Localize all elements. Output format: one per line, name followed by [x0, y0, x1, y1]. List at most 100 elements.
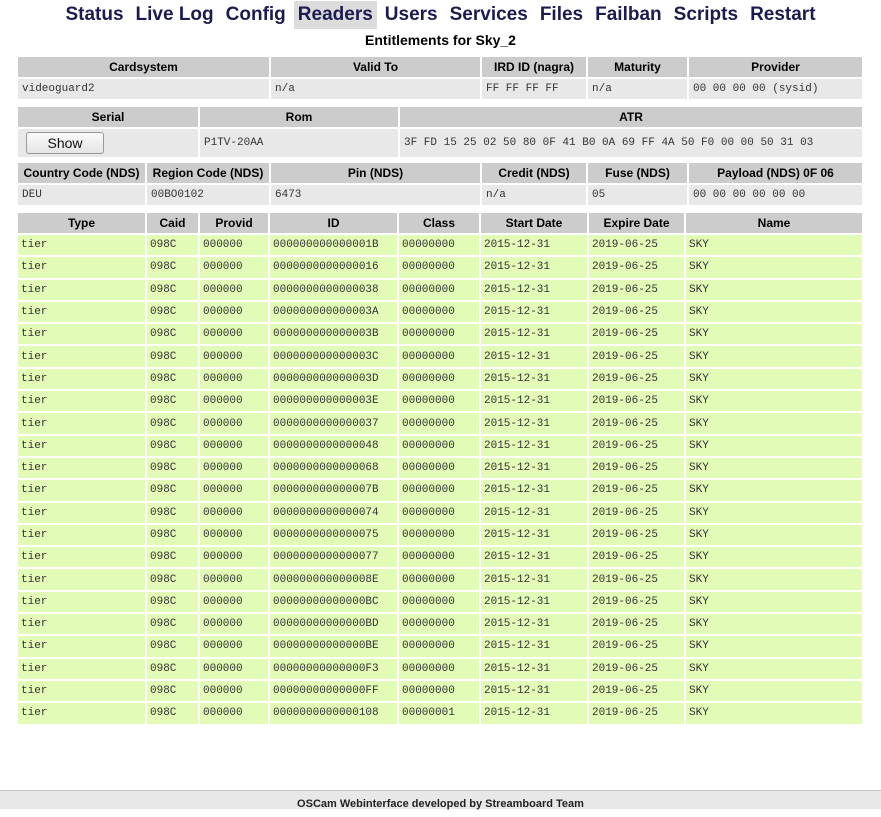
- value-fuse: 05: [586, 183, 689, 207]
- cell-caid: 098C: [145, 656, 200, 681]
- cell-id: 0000000000000016: [268, 255, 399, 280]
- column-header-provid: Provid: [198, 211, 270, 235]
- nav-files[interactable]: Files: [536, 1, 587, 29]
- cell-caid: 098C: [145, 500, 200, 525]
- cell-type: tier: [16, 344, 147, 369]
- nav-live-log[interactable]: Live Log: [132, 1, 218, 29]
- cell-caid: 098C: [145, 366, 200, 392]
- cell-id: 0000000000000037: [268, 411, 399, 436]
- cell-name: SKY: [684, 322, 864, 347]
- cell-id: 000000000000003B: [268, 322, 399, 347]
- cell-provid: 000000: [198, 634, 270, 659]
- cell-caid: 098C: [145, 589, 200, 615]
- value-region-code: 00BO0102: [145, 183, 271, 207]
- cell-name: SKY: [684, 701, 864, 726]
- value-country-code: DEU: [16, 183, 147, 207]
- cell-provid: 000000: [198, 322, 270, 347]
- table-row: tier 098C 000000 0000000000000068 00000000 20…: [16, 455, 864, 481]
- cell-name: SKY: [684, 500, 864, 525]
- cell-provid: 000000: [198, 589, 270, 615]
- cell-expire-date: 2019-06-25: [587, 701, 686, 726]
- cell-provid: 000000: [198, 299, 270, 325]
- nav-restart[interactable]: Restart: [746, 1, 819, 29]
- cell-provid: 000000: [198, 433, 270, 458]
- cell-expire-date: 2019-06-25: [587, 255, 686, 280]
- table-row: tier 098C 000000 0000000000000038 00000000 20…: [16, 277, 864, 302]
- cell-expire-date: 2019-06-25: [587, 545, 686, 570]
- cell-caid: 098C: [145, 455, 200, 481]
- nav-services[interactable]: Services: [446, 1, 532, 29]
- cell-expire-date: 2019-06-25: [587, 389, 686, 414]
- nav-scripts[interactable]: Scripts: [670, 1, 742, 29]
- cell-start-date: 2015-12-31: [479, 255, 589, 280]
- nav-readers[interactable]: Readers: [293, 1, 377, 29]
- cell-name: SKY: [684, 634, 864, 659]
- nav-failban[interactable]: Failban: [591, 1, 666, 29]
- show-serial-button[interactable]: Show: [26, 132, 104, 154]
- cell-id: 000000000000003E: [268, 389, 399, 414]
- cell-type: tier: [16, 678, 147, 704]
- table-row: tier 098C 000000 00000000000000FF 00000000 20…: [16, 678, 864, 704]
- table-row: tier 098C 000000 0000000000000077 00000000 20…: [16, 545, 864, 570]
- cell-name: SKY: [684, 344, 864, 369]
- cell-class: 00000000: [397, 478, 481, 503]
- cell-name: SKY: [684, 299, 864, 325]
- cell-start-date: 2015-12-31: [479, 366, 589, 392]
- table-row: tier 098C 000000 0000000000000037 00000000 20…: [16, 411, 864, 436]
- cell-expire-date: 2019-06-25: [587, 678, 686, 704]
- cell-name: SKY: [684, 411, 864, 436]
- cell-caid: 098C: [145, 612, 200, 637]
- cell-class: 00000000: [397, 612, 481, 637]
- cell-id: 00000000000000F3: [268, 656, 399, 681]
- cell-start-date: 2015-12-31: [479, 545, 589, 570]
- column-header-expire-date: Expire Date: [587, 211, 686, 235]
- cell-provid: 000000: [198, 656, 270, 681]
- cell-class: 00000000: [397, 522, 481, 548]
- table-row: tier 098C 000000 000000000000007B 00000000 20…: [16, 478, 864, 503]
- cell-expire-date: 2019-06-25: [587, 567, 686, 592]
- cell-expire-date: 2019-06-25: [587, 634, 686, 659]
- cell-id: 000000000000001B: [268, 232, 399, 258]
- cell-expire-date: 2019-06-25: [587, 299, 686, 325]
- header-valid-to: Valid To: [269, 55, 482, 79]
- cell-start-date: 2015-12-31: [479, 478, 589, 503]
- cell-type: tier: [16, 322, 147, 347]
- cell-provid: 000000: [198, 344, 270, 369]
- cell-start-date: 2015-12-31: [479, 656, 589, 681]
- cell-expire-date: 2019-06-25: [587, 322, 686, 347]
- cell-name: SKY: [684, 366, 864, 392]
- cell-start-date: 2015-12-31: [479, 455, 589, 481]
- table-row: tier 098C 000000 000000000000008E 00000000 20…: [16, 567, 864, 592]
- cell-expire-date: 2019-06-25: [587, 656, 686, 681]
- nav-users[interactable]: Users: [381, 1, 442, 29]
- cell-type: tier: [16, 656, 147, 681]
- header-cardsystem: Cardsystem: [16, 55, 271, 79]
- cell-provid: 000000: [198, 612, 270, 637]
- cell-expire-date: 2019-06-25: [587, 612, 686, 637]
- column-header-type: Type: [16, 211, 147, 235]
- cell-name: SKY: [684, 589, 864, 615]
- cell-provid: 000000: [198, 255, 270, 280]
- cell-start-date: 2015-12-31: [479, 411, 589, 436]
- header-rom: Rom: [198, 105, 400, 129]
- cell-class: 00000000: [397, 344, 481, 369]
- cell-id: 0000000000000108: [268, 701, 399, 726]
- cell-name: SKY: [684, 232, 864, 258]
- cell-caid: 098C: [145, 478, 200, 503]
- cell-type: tier: [16, 455, 147, 481]
- cell-id: 00000000000000BE: [268, 634, 399, 659]
- entitlements-table: Type Caid Provid ID Class Start Date Expire Da…: [16, 211, 864, 726]
- cell-class: 00000000: [397, 411, 481, 436]
- cell-class: 00000000: [397, 232, 481, 258]
- table-row: tier 098C 000000 0000000000000075 00000000 20…: [16, 522, 864, 548]
- cell-caid: 098C: [145, 701, 200, 726]
- cell-expire-date: 2019-06-25: [587, 344, 686, 369]
- nav-status[interactable]: Status: [61, 1, 127, 29]
- table-row: tier 098C 000000 0000000000000016 00000000 20…: [16, 255, 864, 280]
- cell-caid: 098C: [145, 545, 200, 570]
- header-region-code: Region Code (NDS): [145, 161, 271, 185]
- cell-type: tier: [16, 500, 147, 525]
- cell-expire-date: 2019-06-25: [587, 433, 686, 458]
- nav-config[interactable]: Config: [222, 1, 290, 29]
- cell-id: 0000000000000075: [268, 522, 399, 548]
